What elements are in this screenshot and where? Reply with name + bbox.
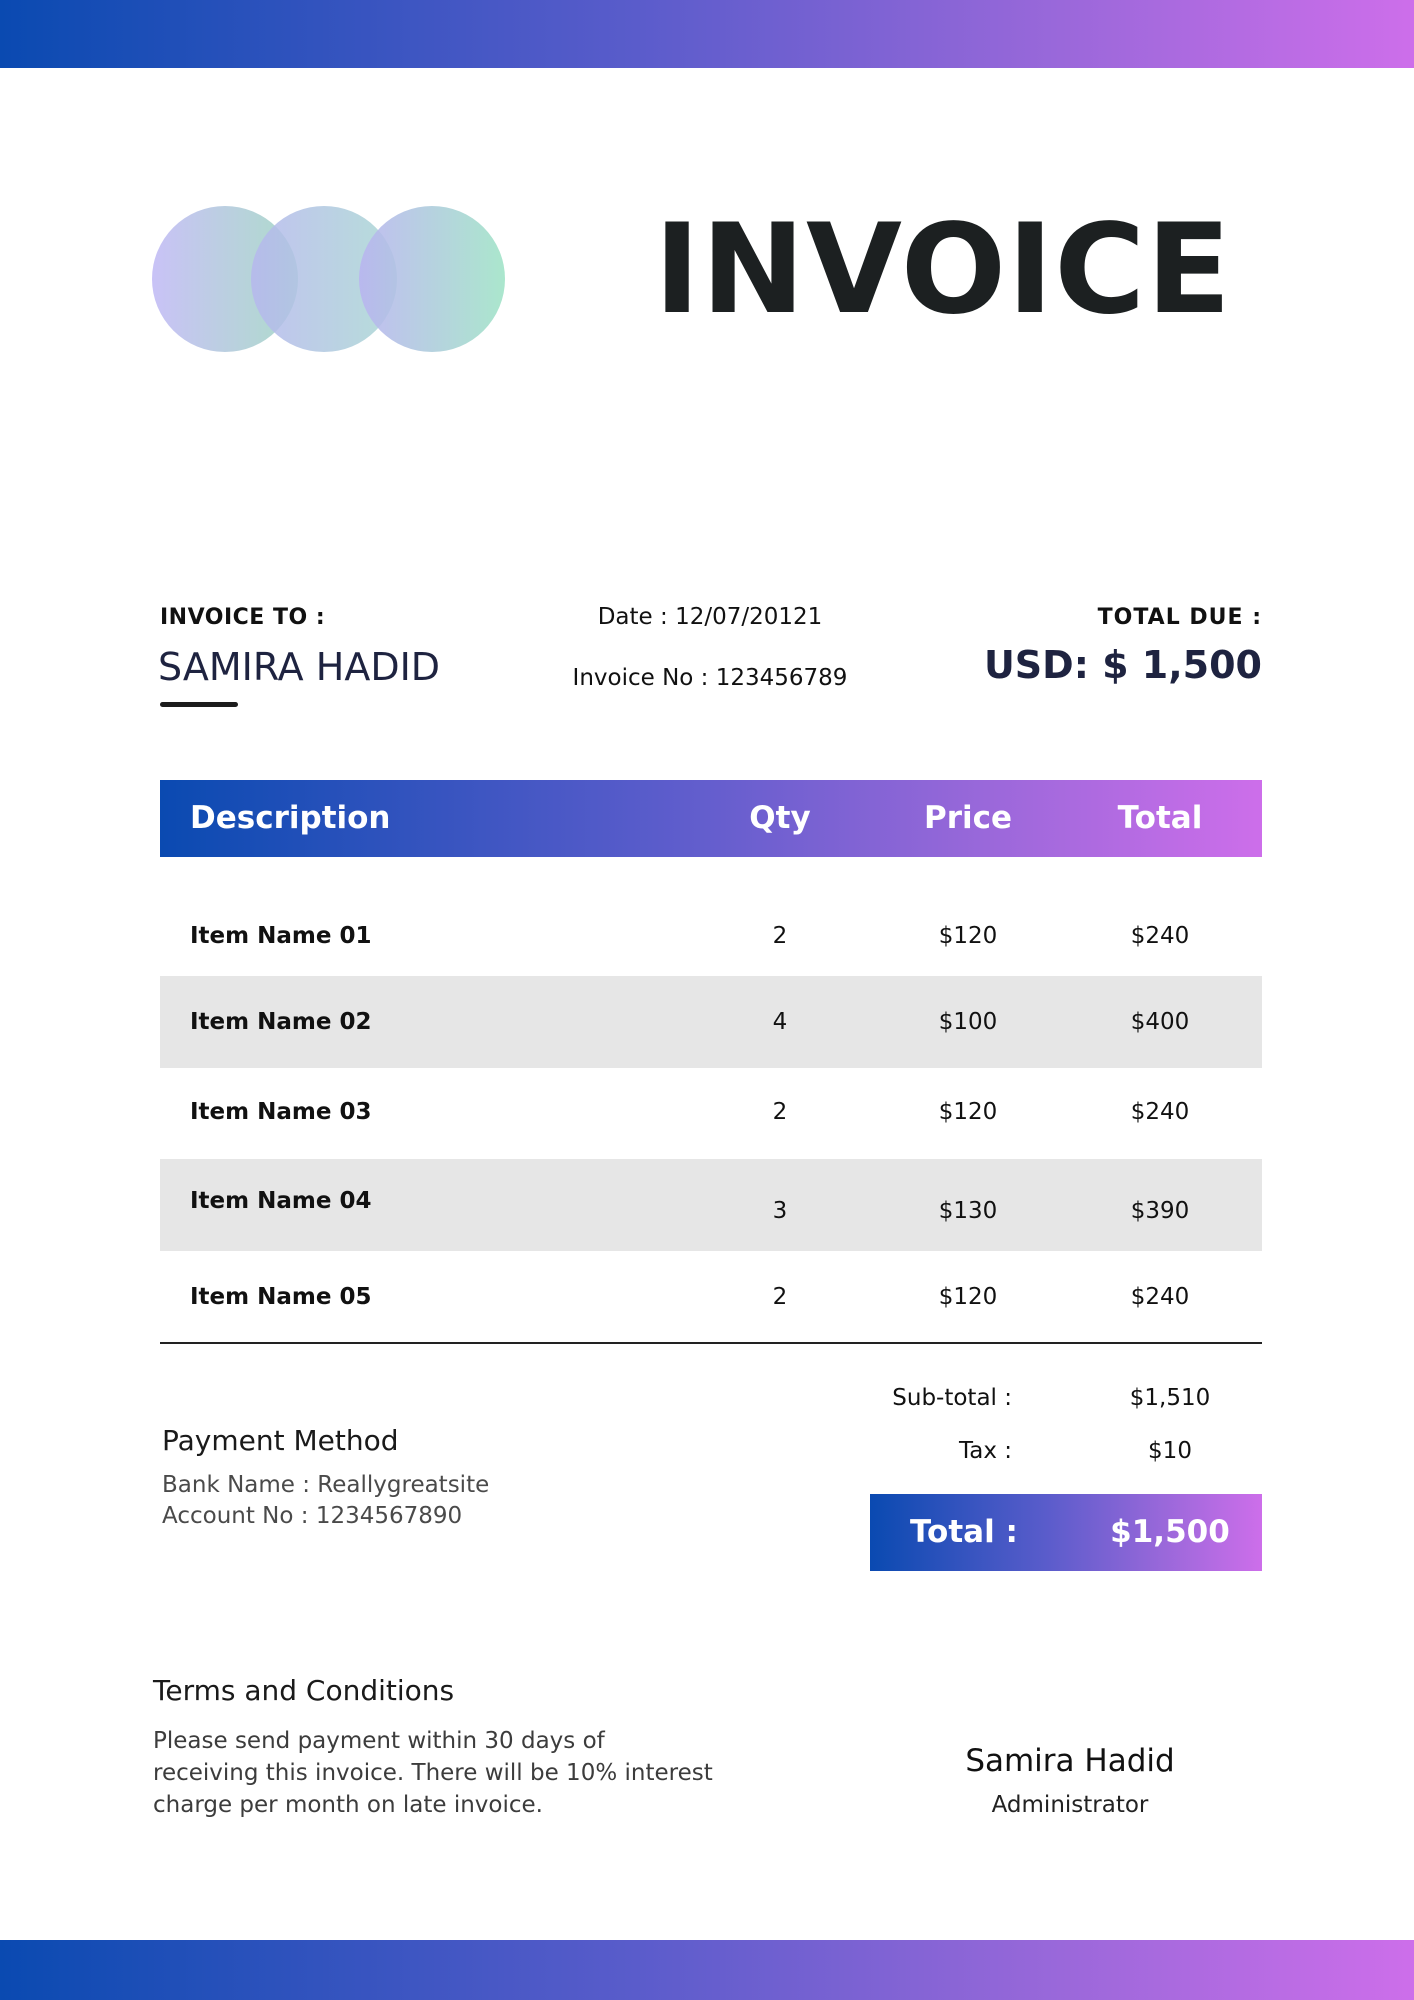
tax-label: Tax :: [958, 1438, 1012, 1464]
item-total: $240: [1130, 1284, 1190, 1310]
terms-title: Terms and Conditions: [153, 1674, 455, 1707]
three-circles-logo-icon: [152, 205, 505, 355]
total-due-amount: USD: $ 1,500: [983, 643, 1262, 687]
table-row: Item Name 03 2 $120 $240: [160, 1066, 1262, 1158]
item-description: Item Name 01: [190, 923, 372, 949]
item-description: Item Name 03: [190, 1099, 372, 1125]
terms-text: Please send payment within 30 days of re…: [153, 1725, 713, 1821]
subtotal-value: $1,510: [1129, 1385, 1211, 1411]
item-description: Item Name 05: [190, 1284, 372, 1310]
table-row: Item Name 02 4 $100 $400: [160, 976, 1262, 1068]
table-row: Item Name 04 3 $130 $390: [160, 1159, 1262, 1251]
column-header-total: Total: [1117, 800, 1203, 836]
tax-value: $10: [1148, 1438, 1192, 1464]
item-price: $100: [938, 1009, 998, 1035]
bottom-gradient-bar: [0, 1940, 1414, 2000]
item-qty: 2: [772, 1099, 788, 1125]
item-price: $120: [938, 1284, 998, 1310]
column-header-qty: Qty: [749, 800, 811, 836]
item-qty: 2: [772, 1284, 788, 1310]
payment-method-title: Payment Method: [162, 1424, 399, 1457]
grand-total-label: Total :: [910, 1514, 1018, 1550]
item-price: $130: [938, 1198, 998, 1224]
top-gradient-bar: [0, 0, 1414, 68]
subtotal-label: Sub-total :: [892, 1385, 1012, 1411]
item-total: $390: [1130, 1198, 1190, 1224]
item-price: $120: [938, 923, 998, 949]
table-header: Description Qty Price Total: [160, 780, 1262, 857]
item-qty: 2: [772, 923, 788, 949]
column-header-description: Description: [190, 800, 391, 836]
signatory-role: Administrator: [991, 1792, 1149, 1818]
item-qty: 4: [772, 1009, 788, 1035]
item-total: $400: [1130, 1009, 1190, 1035]
invoice-number: Invoice No : 123456789: [572, 665, 848, 691]
client-name: SAMIRA HADID: [158, 645, 441, 689]
item-total: $240: [1130, 923, 1190, 949]
bank-name: Bank Name : Reallygreatsite: [162, 1472, 490, 1498]
invoice-to-label: INVOICE TO :: [160, 605, 326, 630]
invoice-date: Date : 12/07/20121: [597, 604, 823, 630]
terms-line: receiving this invoice. There will be 10…: [153, 1760, 713, 1786]
signatory-name: Samira Hadid: [965, 1743, 1175, 1779]
grand-total-box: Total : $1,500: [870, 1494, 1262, 1571]
table-row: Item Name 05 2 $120 $240: [160, 1251, 1262, 1343]
item-qty: 3: [772, 1198, 788, 1224]
table-divider: [160, 1342, 1262, 1344]
account-number: Account No : 1234567890: [162, 1503, 463, 1529]
item-total: $240: [1130, 1099, 1190, 1125]
terms-line: charge per month on late invoice.: [153, 1792, 543, 1818]
terms-line: Please send payment within 30 days of: [153, 1728, 605, 1754]
invoice-title: INVOICE: [654, 198, 1232, 342]
total-due-label: TOTAL DUE :: [1097, 605, 1262, 630]
column-header-price: Price: [923, 800, 1013, 836]
item-description: Item Name 02: [190, 1009, 372, 1035]
grand-total-value: $1,500: [1110, 1514, 1230, 1550]
item-price: $120: [938, 1099, 998, 1125]
table-row: Item Name 01 2 $120 $240: [160, 890, 1262, 982]
client-name-underline: [160, 702, 238, 707]
item-description: Item Name 04: [190, 1188, 372, 1214]
